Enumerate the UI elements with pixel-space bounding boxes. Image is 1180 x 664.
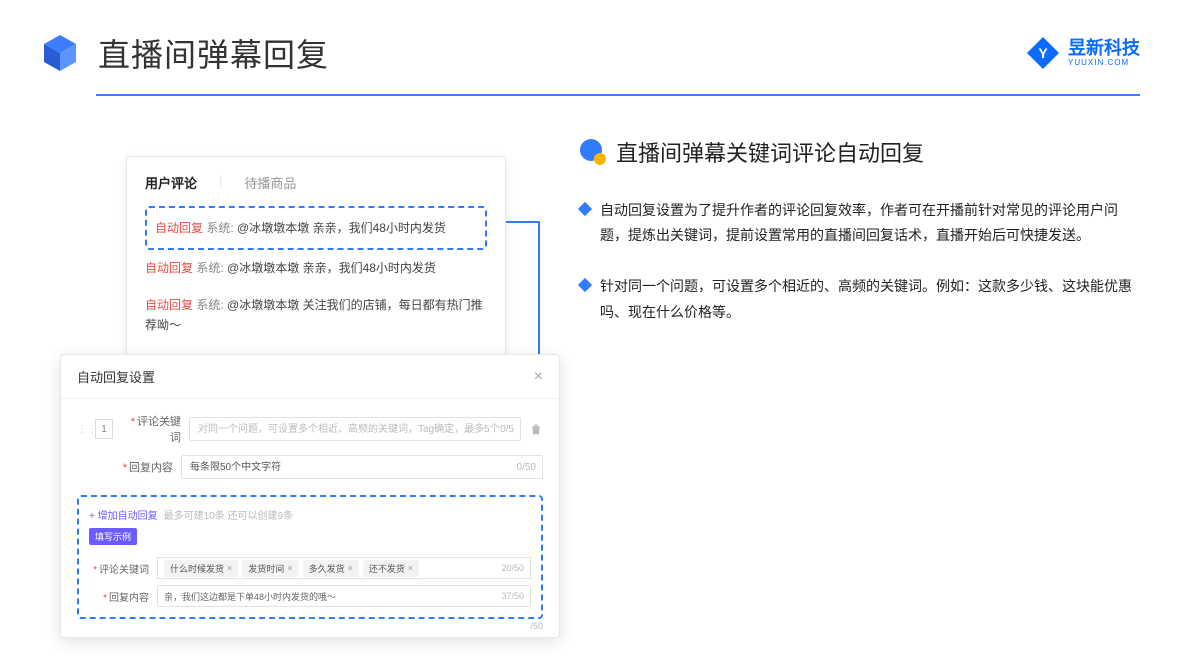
extra-count: /50: [530, 621, 543, 631]
example-label-kw: *评论关键词: [89, 561, 149, 576]
label-keyword: *评论关键词: [121, 413, 181, 445]
svg-text:Y: Y: [1038, 45, 1048, 61]
tag-chip: 什么时候发货×: [164, 560, 238, 577]
example-keyword-input[interactable]: 什么时候发货× 发货时间× 多久发货× 还不发货× 20/50: [157, 557, 531, 579]
label-content: *回复内容: [113, 459, 173, 475]
tag-chip: 多久发货×: [303, 560, 359, 577]
example-block: + 增加自动回复最多可建10条 还可以创建9条 填写示例 *评论关键词 什么时候…: [77, 495, 543, 619]
comments-card: 用户评论 | 待播商品 自动回复 系统: @冰墩墩本墩 亲亲，我们48小时内发货…: [126, 156, 506, 373]
trash-icon[interactable]: [529, 422, 543, 436]
comment-row: 自动回复 系统: @冰墩墩本墩 亲亲，我们48小时内发货: [145, 250, 487, 286]
example-badge: 填写示例: [89, 528, 137, 545]
bubble-icon: [580, 139, 606, 165]
comment-row-highlight: 自动回复 系统: @冰墩墩本墩 亲亲，我们48小时内发货: [145, 206, 487, 250]
brand: Y 昱新科技 YUUXIN.COM: [1026, 36, 1140, 70]
keyword-input[interactable]: 对同一个问题，可设置多个相近、高频的关键词，Tag确定，最多5个 0/5: [189, 417, 521, 441]
cube-icon: [40, 33, 80, 73]
header: 直播间弹幕回复 Y 昱新科技 YUUXIN.COM: [0, 0, 1180, 76]
diamond-icon: [578, 278, 592, 292]
example-content-input[interactable]: 亲，我们这边都是下单48小时内发货的哦～ 37/50: [157, 585, 531, 607]
brand-logo-icon: Y: [1026, 36, 1060, 70]
tab-user-comments[interactable]: 用户评论: [145, 173, 197, 192]
brand-name: 昱新科技: [1068, 39, 1140, 59]
brand-sub: YUUXIN.COM: [1068, 58, 1140, 67]
example-label-ct: *回复内容: [89, 589, 149, 604]
content-input[interactable]: 每条限50个中文字符 0/50: [181, 455, 543, 479]
close-icon[interactable]: ×: [534, 368, 543, 386]
page-title: 直播间弹幕回复: [98, 30, 329, 76]
section-title: 直播间弹幕关键词评论自动回复: [616, 136, 924, 168]
settings-dialog: 自动回复设置 × ⋮⋮ 1 *评论关键词 对同一个问题，可设置多个相近、高频的关…: [60, 354, 560, 638]
comment-row: 自动回复 系统: @冰墩墩本墩 关注我们的店铺，每日都有热门推荐呦～: [145, 287, 487, 344]
connector-line: [506, 221, 540, 223]
dialog-title: 自动回复设置: [77, 367, 155, 386]
add-auto-reply-link[interactable]: + 增加自动回复最多可建10条 还可以创建9条: [89, 507, 531, 522]
tab-pending-products[interactable]: 待播商品: [244, 173, 296, 192]
tag-chip: 还不发货×: [363, 560, 419, 577]
drag-handle-icon[interactable]: ⋮⋮: [77, 424, 87, 435]
bullet-item: 自动回复设置为了提升作者的评论回复效率，作者可在开播前针对常见的评论用户问题，提…: [580, 198, 1140, 248]
row-index: 1: [95, 419, 113, 439]
right-content: 直播间弹幕关键词评论自动回复 自动回复设置为了提升作者的评论回复效率，作者可在开…: [580, 136, 1140, 351]
tag-chip: 发货时间×: [242, 560, 298, 577]
bullet-item: 针对同一个问题，可设置多个相近的、高频的关键词。例如：这款多少钱、这块能优惠吗、…: [580, 274, 1140, 324]
diamond-icon: [578, 202, 592, 216]
left-illustration: 用户评论 | 待播商品 自动回复 系统: @冰墩墩本墩 亲亲，我们48小时内发货…: [40, 136, 540, 351]
